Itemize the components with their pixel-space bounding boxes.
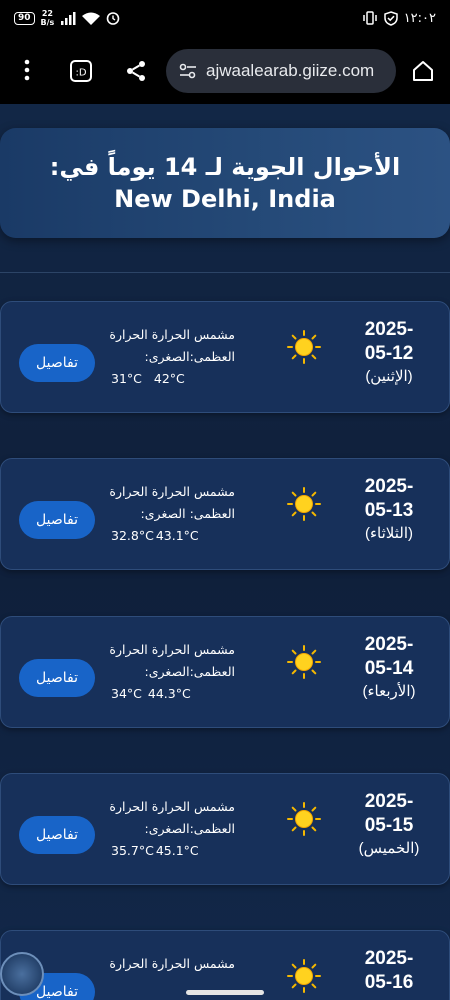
- forecast-card: 2025- 05-14 (الأربعاء) مشمس الحرارة الحر…: [0, 616, 450, 728]
- date-month-day: 05-14: [364, 658, 414, 679]
- temp-labels: العظمى:الصغرى:: [144, 821, 235, 836]
- weekday: (الأربعاء): [362, 683, 416, 700]
- temp-labels: العظمى: الصغرى:: [140, 506, 235, 521]
- weekday: (الخميس): [358, 840, 420, 857]
- url-text: ajwaalearab.giize.com: [206, 61, 375, 80]
- condition-label: مشمس الحرارة الحرارة: [109, 799, 235, 814]
- temperature-block: مشمس الحرارة الحرارة العظمى:الصغرى: 35.7…: [105, 796, 235, 862]
- date-year: 2025-: [364, 948, 414, 969]
- temperature-block: مشمس الحرارة الحرارة: [105, 953, 235, 975]
- clock: ١٢:٠٢: [403, 10, 436, 26]
- home-icon[interactable]: [408, 56, 438, 86]
- forecast-date: 2025- 05-16: [349, 947, 429, 995]
- gesture-nav-bar[interactable]: [186, 990, 264, 995]
- temperature-block: مشمس الحرارة الحرارة العظمى:الصغرى: 34°C…: [105, 639, 235, 705]
- sun-icon: [287, 330, 321, 364]
- condition-label: مشمس الحرارة الحرارة: [109, 327, 235, 342]
- network-speed-value: 22: [41, 9, 53, 18]
- network-speed: 22 B/s: [41, 9, 55, 27]
- forecast-date: 2025- 05-12 (الإثنين): [349, 318, 429, 388]
- date-year: 2025-: [364, 476, 414, 497]
- desktop-site-icon[interactable]: :D: [66, 56, 96, 86]
- forecast-date: 2025- 05-14 (الأربعاء): [349, 633, 429, 703]
- sun-icon: [287, 802, 321, 836]
- forecast-card: 2025- 05-15 (الخميس) مشمس الحرارة الحرار…: [0, 773, 450, 885]
- page-content: الأحوال الجوية لـ 14 يوماً في: New Delhi…: [0, 104, 450, 1000]
- address-bar[interactable]: ajwaalearab.giize.com: [166, 49, 396, 93]
- sun-icon: [287, 487, 321, 521]
- sun-icon: [287, 959, 321, 993]
- signal-icon: [61, 11, 76, 25]
- max-temp: 45.1°C: [155, 843, 199, 858]
- details-button[interactable]: تفاصيل: [19, 344, 95, 382]
- details-button[interactable]: تفاصيل: [19, 659, 95, 697]
- date-month-day: 05-15: [364, 815, 414, 836]
- site-settings-icon[interactable]: [178, 62, 198, 80]
- min-temp: 34°C: [111, 686, 142, 701]
- page-title: الأحوال الجوية لـ 14 يوماً في: New Delhi…: [49, 153, 401, 213]
- date-year: 2025-: [364, 319, 414, 340]
- details-button[interactable]: تفاصيل: [19, 501, 95, 539]
- temperature-block: مشمس الحرارة الحرارة العظمى: الصغرى: 32.…: [105, 481, 235, 547]
- max-temp: 42°C: [153, 371, 185, 386]
- network-speed-unit: B/s: [40, 18, 55, 27]
- forecast-card: 2025- 05-13 (الثلاثاء) مشمس الحرارة الحر…: [0, 458, 450, 570]
- page-header: الأحوال الجوية لـ 14 يوماً في: New Delhi…: [0, 128, 450, 238]
- svg-text::D: :D: [75, 68, 86, 79]
- min-temp: 35.7°C: [111, 843, 154, 858]
- wifi-icon: [82, 12, 101, 25]
- more-vert-icon[interactable]: [12, 55, 42, 85]
- date-month-day: 05-16: [364, 972, 414, 993]
- temperature-block: مشمس الحرارة الحرارة العظمى:الصغرى: 31°C…: [105, 324, 235, 390]
- condition-label: مشمس الحرارة الحرارة: [109, 642, 235, 657]
- weekday: (الإثنين): [365, 368, 413, 385]
- forecast-date: 2025- 05-15 (الخميس): [349, 790, 429, 860]
- weekday: (الثلاثاء): [364, 525, 413, 542]
- max-temp: 44.3°C: [147, 686, 191, 701]
- max-temp: 43.1°C: [155, 528, 199, 543]
- forecast-card: 2025- 05-12 (الإثنين) مشمس الحرارة الحرا…: [0, 301, 450, 413]
- divider: [0, 272, 450, 273]
- min-temp: 32.8°C: [111, 528, 154, 543]
- forecast-date: 2025- 05-13 (الثلاثاء): [349, 475, 429, 545]
- sun-icon: [287, 645, 321, 679]
- alarm-icon: [107, 12, 120, 25]
- browser-toolbar: :D ajwaalearab.giize.com: [0, 36, 450, 104]
- date-month-day: 05-12: [364, 343, 414, 364]
- shield-icon: [383, 10, 398, 26]
- min-temp: 31°C: [111, 371, 142, 386]
- floating-logo-icon[interactable]: [0, 952, 44, 996]
- vibrate-icon: [362, 11, 377, 25]
- battery-indicator: 90: [14, 11, 35, 25]
- details-button[interactable]: تفاصيل: [19, 816, 95, 854]
- condition-label: مشمس الحرارة الحرارة: [109, 956, 235, 971]
- status-bar: 90 22 B/s ١٢:٠٢: [0, 0, 450, 36]
- share-icon[interactable]: [121, 56, 151, 86]
- date-year: 2025-: [364, 791, 414, 812]
- temp-labels: العظمى:الصغرى:: [144, 664, 235, 679]
- condition-label: مشمس الحرارة الحرارة: [109, 484, 235, 499]
- date-year: 2025-: [364, 634, 414, 655]
- temp-labels: العظمى:الصغرى:: [144, 349, 235, 364]
- date-month-day: 05-13: [364, 500, 414, 521]
